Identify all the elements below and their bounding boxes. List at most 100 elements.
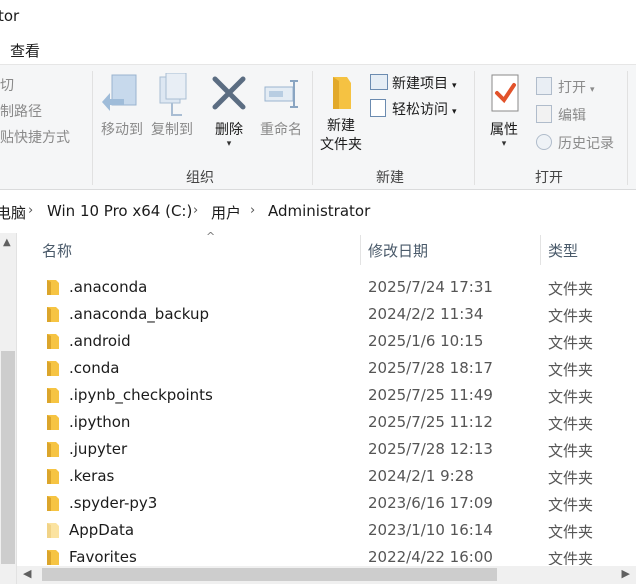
file-name[interactable]: .android — [69, 332, 131, 350]
nav-pane-scrollbar[interactable]: ▲ — [0, 233, 17, 584]
edit-icon — [536, 105, 552, 123]
file-name[interactable]: .keras — [69, 467, 114, 485]
window-title: tor — [0, 7, 20, 25]
horizontal-scrollbar[interactable]: ◀ ▶ — [17, 566, 636, 584]
chevron-right-icon[interactable]: › — [250, 203, 255, 218]
file-modified-date: 2022/4/22 16:00 — [368, 548, 493, 565]
column-header-modified[interactable]: 修改日期 — [368, 240, 428, 261]
file-row[interactable]: .anaconda 2025/7/24 17:31 文件夹 — [17, 275, 636, 302]
title-bar: tor — [0, 0, 636, 34]
breadcrumb-item-administrator[interactable]: Administrator — [268, 202, 370, 220]
copy-to-button[interactable]: 复制到 — [147, 72, 197, 140]
chevron-right-icon[interactable]: › — [193, 203, 198, 218]
tab-view[interactable]: 查看 — [10, 40, 40, 61]
folder-icon — [47, 307, 59, 322]
chevron-down-icon: ▾ — [226, 139, 232, 149]
file-name[interactable]: Favorites — [69, 548, 137, 565]
edit-button[interactable]: 编辑 — [536, 105, 586, 125]
file-row[interactable]: .jupyter 2025/7/28 12:13 文件夹 — [17, 437, 636, 464]
file-type: 文件夹 — [548, 442, 594, 460]
column-header-row: ^ 名称 修改日期 类型 — [17, 230, 636, 267]
scroll-up-arrow-icon[interactable]: ▲ — [3, 237, 11, 248]
file-name[interactable]: .ipython — [69, 413, 130, 431]
move-to-button[interactable]: 移动到 — [97, 73, 147, 140]
file-type: 文件夹 — [548, 523, 594, 541]
column-divider[interactable] — [360, 235, 361, 265]
file-name[interactable]: AppData — [69, 521, 134, 539]
file-row[interactable]: .anaconda_backup 2024/2/2 11:34 文件夹 — [17, 302, 636, 329]
chevron-down-icon: ▾ — [501, 139, 507, 149]
ribbon: 剪切 复制路径 粘贴快捷方式 移动到 复制到 删除 ▾ — [0, 64, 636, 190]
new-item-icon — [370, 74, 388, 90]
file-row[interactable]: .spyder-py3 2023/6/16 17:09 文件夹 — [17, 491, 636, 518]
breadcrumb-item-pc[interactable]: 电脑 — [0, 202, 26, 223]
file-name[interactable]: .conda — [69, 359, 119, 377]
folder-icon — [47, 415, 59, 430]
new-folder-button[interactable]: 新建 文件夹 — [316, 73, 366, 155]
file-name[interactable]: .anaconda — [69, 278, 147, 296]
file-modified-date: 2024/2/1 9:28 — [368, 467, 474, 485]
folder-icon — [47, 469, 59, 484]
file-type: 文件夹 — [548, 469, 594, 487]
file-name[interactable]: .ipynb_checkpoints — [69, 386, 213, 404]
breadcrumb-item-users[interactable]: 用户 — [211, 202, 241, 223]
file-type: 文件夹 — [548, 415, 594, 433]
new-group-label: 新建 — [376, 170, 404, 186]
new-item-button[interactable]: 新建项目 ▾ — [370, 73, 457, 93]
move-to-icon — [102, 74, 137, 111]
file-modified-date: 2024/2/2 11:34 — [368, 305, 484, 323]
rename-button[interactable]: 重命名 — [255, 73, 307, 140]
file-row[interactable]: .ipython 2025/7/25 11:12 文件夹 — [17, 410, 636, 437]
group-divider — [312, 71, 313, 185]
file-row[interactable]: .ipynb_checkpoints 2025/7/25 11:49 文件夹 — [17, 383, 636, 410]
folder-icon — [47, 361, 59, 376]
chevron-right-icon[interactable]: › — [28, 203, 33, 218]
sort-ascending-icon: ^ — [206, 230, 216, 243]
history-button[interactable]: 历史记录 — [536, 133, 614, 153]
new-folder-icon — [333, 77, 351, 109]
file-row[interactable]: AppData 2023/1/10 16:14 文件夹 — [17, 518, 636, 545]
file-modified-date: 2025/7/28 18:17 — [368, 359, 493, 377]
file-type: 文件夹 — [548, 334, 594, 352]
file-row[interactable]: .conda 2025/7/28 18:17 文件夹 — [17, 356, 636, 383]
ribbon-tabs: 查看 — [0, 34, 636, 64]
scrollbar-thumb[interactable] — [1, 351, 15, 564]
folder-icon — [47, 550, 59, 565]
open-button[interactable]: 打开 ▾ — [536, 77, 595, 97]
breadcrumb-item-drive[interactable]: Win 10 Pro x64 (C:) — [47, 202, 192, 220]
cut-button[interactable]: 剪切 — [0, 75, 14, 95]
file-list: .anaconda 2025/7/24 17:31 文件夹 .anaconda_bac… — [17, 275, 636, 565]
paste-shortcut-button[interactable]: 粘贴快捷方式 — [0, 127, 70, 147]
column-header-type[interactable]: 类型 — [548, 240, 578, 261]
properties-button[interactable]: 属性 ▾ — [480, 73, 528, 149]
open-icon — [536, 77, 552, 95]
column-divider[interactable] — [540, 235, 541, 265]
file-row[interactable]: Favorites 2022/4/22 16:00 文件夹 — [17, 545, 636, 565]
folder-icon — [47, 280, 59, 295]
file-name[interactable]: .spyder-py3 — [69, 494, 157, 512]
file-name[interactable]: .anaconda_backup — [69, 305, 209, 323]
scroll-right-arrow-icon[interactable]: ▶ — [622, 567, 630, 580]
organize-group-label: 组织 — [186, 170, 214, 186]
folder-icon — [47, 442, 59, 457]
address-bar[interactable]: 电脑 › Win 10 Pro x64 (C:) › 用户 › Administ… — [0, 197, 636, 225]
file-modified-date: 2023/6/16 17:09 — [368, 494, 493, 512]
file-modified-date: 2025/7/25 11:49 — [368, 386, 493, 404]
easy-access-button[interactable]: 轻松访问 ▾ — [370, 99, 457, 119]
group-divider — [474, 71, 475, 185]
file-name[interactable]: .jupyter — [69, 440, 127, 458]
folder-icon — [47, 388, 59, 403]
easy-access-icon — [370, 99, 386, 117]
copy-path-button[interactable]: 复制路径 — [0, 101, 42, 121]
file-modified-date: 2023/1/10 16:14 — [368, 521, 493, 539]
file-row[interactable]: .keras 2024/2/1 9:28 文件夹 — [17, 464, 636, 491]
file-type: 文件夹 — [548, 496, 594, 514]
column-header-name[interactable]: 名称 — [42, 240, 72, 261]
scroll-left-arrow-icon[interactable]: ◀ — [23, 567, 31, 580]
file-row[interactable]: .android 2025/1/6 10:15 文件夹 — [17, 329, 636, 356]
scrollbar-thumb[interactable] — [42, 568, 497, 581]
delete-button[interactable]: 删除 ▾ — [205, 73, 253, 149]
file-modified-date: 2025/1/6 10:15 — [368, 332, 484, 350]
chevron-down-icon: ▾ — [452, 81, 457, 91]
file-type: 文件夹 — [548, 388, 594, 406]
